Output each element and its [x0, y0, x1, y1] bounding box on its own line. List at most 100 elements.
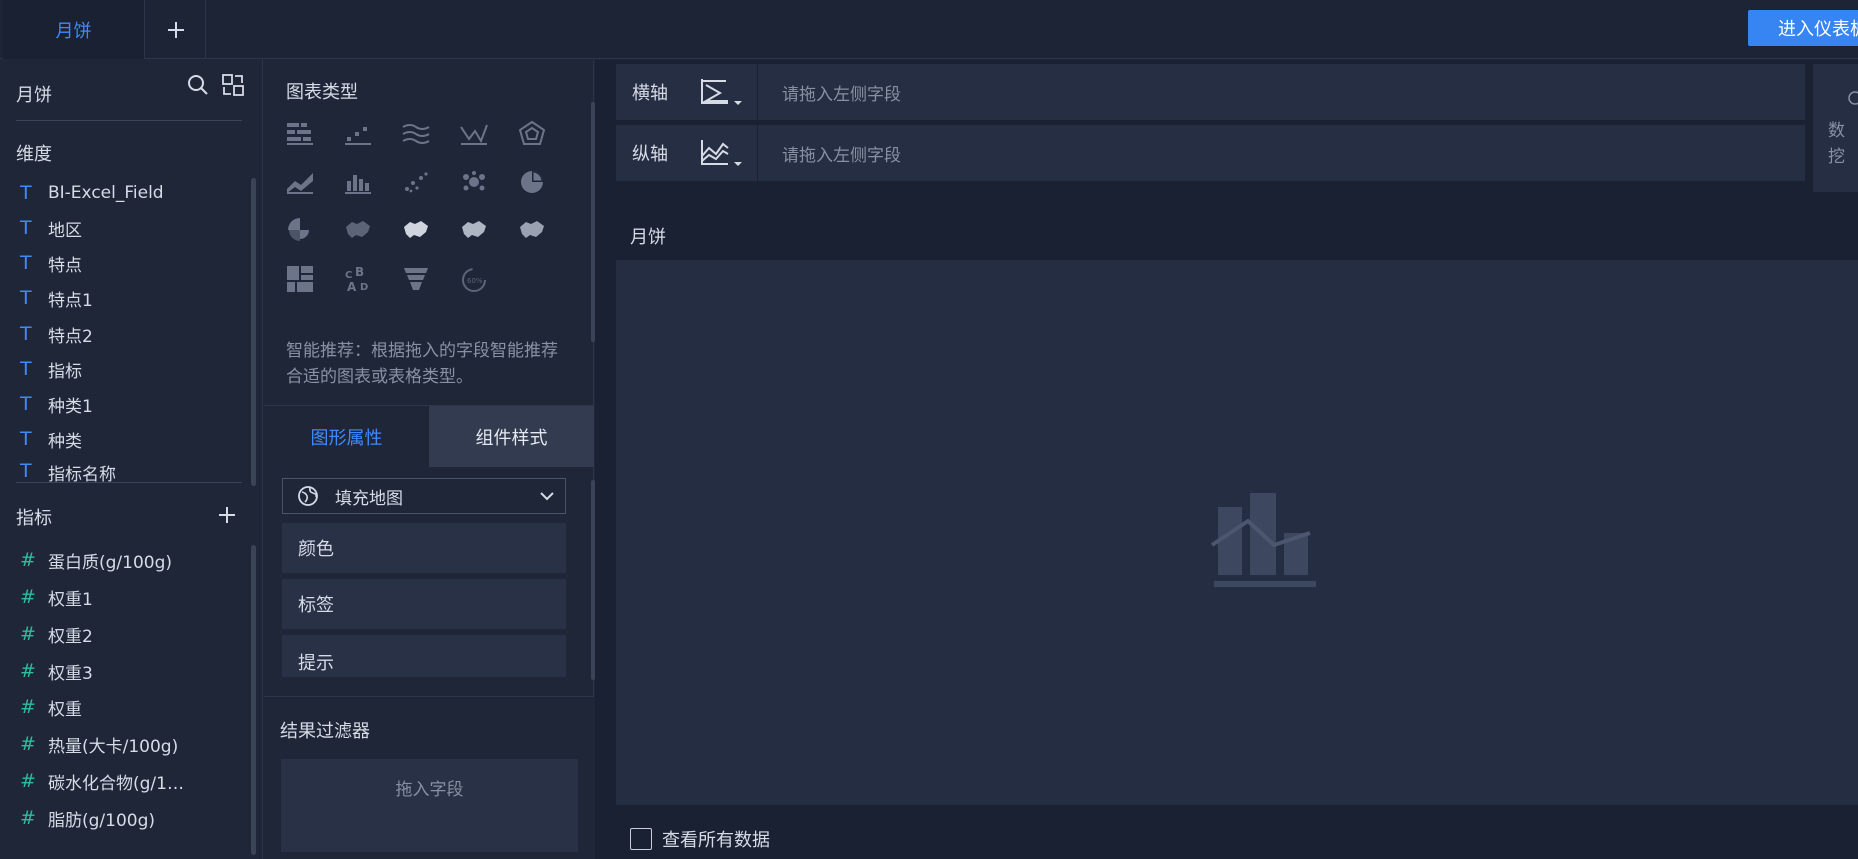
field-label: 脂肪(g/100g) — [48, 810, 156, 831]
field-label: 种类 — [48, 431, 82, 452]
chevron-down-icon — [540, 492, 554, 501]
tooltip-property[interactable]: 提示 — [282, 635, 566, 677]
measure-item[interactable]: # 权重2 — [20, 619, 93, 649]
filter-drop-zone[interactable]: 拖入字段 — [281, 759, 578, 852]
x-axis-drop-zone[interactable]: 请拖入左侧字段 — [758, 80, 901, 105]
config-tabs: 图形属性 组件样式 — [264, 405, 594, 467]
measure-item[interactable]: # 权重1 — [20, 582, 93, 612]
enter-dashboard-button[interactable]: 进入仪表板 — [1748, 10, 1858, 46]
y-axis-row: 纵轴 请拖入左侧字段 — [616, 125, 1805, 181]
number-type-icon: # — [20, 549, 36, 571]
tab-graphic-properties[interactable]: 图形属性 — [264, 406, 429, 467]
measure-item[interactable]: # 碳水化合物(g/1… — [20, 766, 184, 796]
number-type-icon: # — [20, 586, 36, 608]
dimension-item[interactable]: T BI-Excel_Field — [20, 178, 164, 208]
dimension-item[interactable]: T 指标名称 — [20, 460, 116, 482]
label-property[interactable]: 标签 — [282, 579, 566, 629]
number-type-icon: # — [20, 623, 36, 645]
data-mining-panel[interactable]: 数 挖 — [1813, 64, 1858, 192]
y-axis-drop-zone[interactable]: 请拖入左侧字段 — [758, 141, 901, 166]
measure-item[interactable]: # 权重 — [20, 692, 82, 722]
add-measure-icon[interactable] — [212, 500, 242, 530]
color-property[interactable]: 颜色 — [282, 523, 566, 573]
measure-item[interactable]: # 权重3 — [20, 656, 93, 686]
text-type-icon: T — [20, 217, 32, 239]
field-label: 指标 — [48, 361, 82, 382]
field-label: 种类1 — [48, 396, 93, 417]
text-type-icon: T — [20, 287, 32, 309]
view-all-checkbox[interactable] — [630, 828, 652, 850]
combo-chart-icon[interactable] — [338, 162, 378, 202]
dimension-item[interactable]: T 特点2 — [20, 319, 93, 349]
pie-chart-icon[interactable] — [512, 162, 552, 202]
tab-component-style[interactable]: 组件样式 — [429, 406, 594, 467]
bubble-chart-icon[interactable] — [454, 162, 494, 202]
view-all-data[interactable]: 查看所有数据 — [630, 826, 770, 852]
x-axis-type-toggle[interactable] — [688, 64, 758, 120]
add-tab-button[interactable] — [146, 0, 206, 59]
text-type-icon: T — [20, 393, 32, 415]
dimensions-scrollbar[interactable] — [251, 178, 256, 486]
divider — [16, 120, 242, 121]
side-text: 挖 — [1828, 147, 1845, 167]
dimension-item[interactable]: T 种类 — [20, 424, 82, 454]
field-label: BI-Excel_Field — [48, 183, 164, 203]
funnel-chart-icon[interactable] — [396, 259, 436, 299]
number-type-icon: # — [20, 660, 36, 682]
measure-item[interactable]: # 蛋白质(g/100g) — [20, 545, 172, 575]
search-icon[interactable] — [183, 70, 213, 100]
top-bar: 月饼 进入仪表板 — [0, 0, 1858, 59]
dataset-title: 月饼 — [16, 85, 52, 106]
dimension-item[interactable]: T 特点 — [20, 248, 82, 278]
area-chart-icon[interactable] — [396, 114, 436, 154]
stacked-area-icon[interactable] — [280, 162, 320, 202]
field-label: 地区 — [48, 220, 82, 241]
tab-yuebing[interactable]: 月饼 — [3, 0, 145, 59]
radar-chart-icon[interactable] — [512, 114, 552, 154]
svg-text:A: A — [347, 280, 357, 293]
text-type-icon: T — [20, 358, 32, 380]
data-panel: 月饼 维度 T BI-Excel_Field T 地区 T 特点 T 特点1 T 特点2 … — [0, 60, 263, 859]
dimensions-title: 维度 — [16, 144, 52, 165]
measure-item[interactable]: # 热量(大卡/100g) — [20, 729, 178, 759]
heat-map-icon[interactable] — [512, 210, 552, 250]
bar-chart-icon[interactable] — [280, 114, 320, 154]
gauge-chart-icon[interactable]: 60% — [454, 259, 494, 299]
empty-chart-icon — [1210, 493, 1316, 587]
switch-dataset-icon[interactable] — [218, 70, 248, 100]
field-label: 特点1 — [48, 290, 93, 311]
svg-text:D: D — [360, 282, 368, 293]
point-map-icon[interactable] — [454, 210, 494, 250]
scatter-chart-icon[interactable] — [396, 162, 436, 202]
number-type-icon: # — [20, 696, 36, 718]
chart-canvas — [616, 260, 1858, 805]
chart-type-select[interactable]: 填充地图 — [282, 478, 566, 514]
map-icon[interactable] — [338, 210, 378, 250]
axis-type-icon — [701, 140, 742, 166]
treemap-icon[interactable] — [280, 259, 320, 299]
text-type-icon: T — [20, 460, 32, 482]
y-axis-type-toggle[interactable] — [688, 125, 758, 181]
dimension-item[interactable]: T 特点1 — [20, 283, 93, 313]
field-label: 权重 — [48, 699, 82, 720]
view-all-label: 查看所有数据 — [662, 830, 770, 851]
measures-scrollbar[interactable] — [251, 545, 256, 855]
text-type-icon: T — [20, 428, 32, 450]
smart-recommend-hint: 智能推荐：根据拖入的字段智能推荐合适的图表或表格类型。 — [286, 341, 558, 387]
step-chart-icon[interactable] — [338, 114, 378, 154]
word-cloud-icon[interactable]: CBAD — [338, 259, 378, 299]
text-type-icon: T — [20, 252, 32, 274]
axis-type-icon — [701, 79, 742, 105]
line-chart-icon[interactable] — [454, 114, 494, 154]
plus-icon — [167, 21, 184, 38]
dimension-item[interactable]: T 地区 — [20, 213, 82, 243]
filled-map-icon[interactable] — [396, 210, 436, 250]
chart-name: 月饼 — [630, 227, 666, 248]
rose-chart-icon[interactable] — [280, 210, 320, 250]
measure-item[interactable]: # 脂肪(g/100g) — [20, 803, 155, 833]
result-filter-title: 结果过滤器 — [280, 721, 370, 742]
number-type-icon: # — [20, 733, 36, 755]
settings-icon — [1848, 91, 1858, 105]
dimension-item[interactable]: T 种类1 — [20, 389, 93, 419]
dimension-item[interactable]: T 指标 — [20, 354, 82, 384]
